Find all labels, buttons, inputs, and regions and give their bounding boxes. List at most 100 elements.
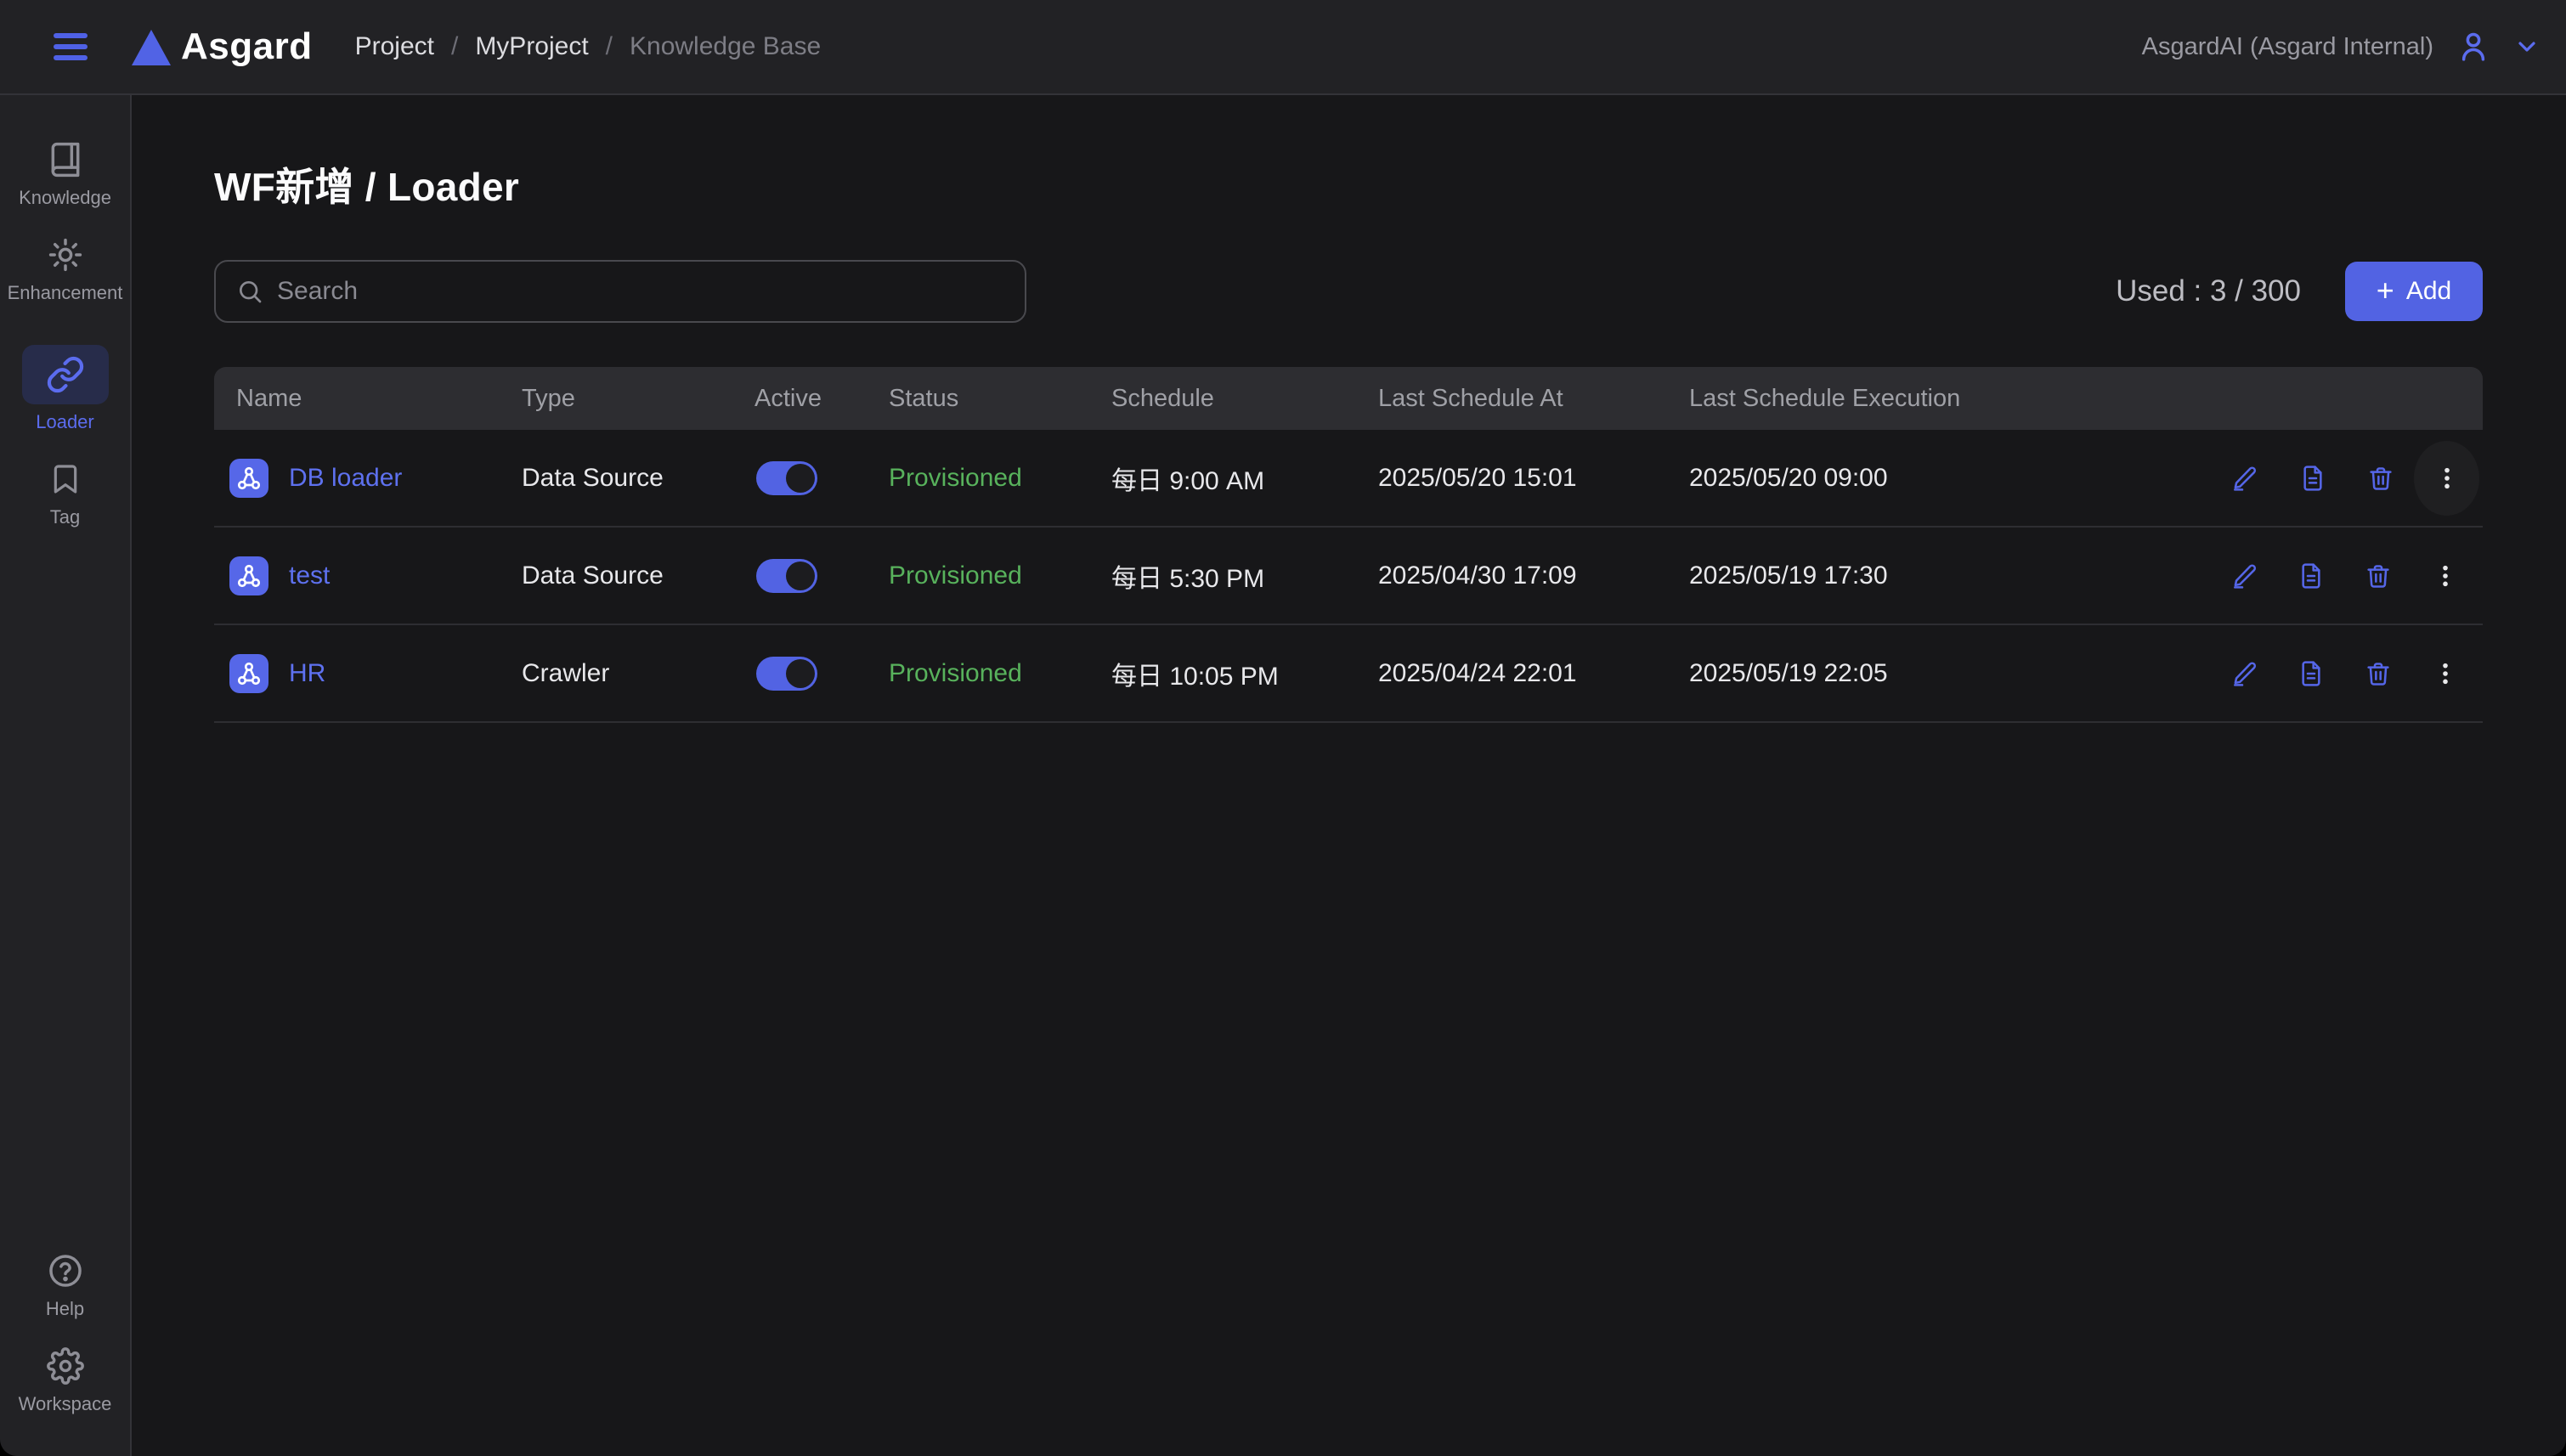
sidebar-item-label: Tag [50,506,80,528]
sidebar-item-label: Help [46,1298,84,1320]
column-header-active: Active [755,385,889,413]
sidebar-item-label: Knowledge [19,187,111,209]
plus-icon: + [2377,275,2394,306]
active-cell [755,461,889,495]
sidebar-item-workspace[interactable]: Workspace [0,1346,131,1415]
kebab-menu-icon[interactable] [2429,655,2461,692]
trash-icon[interactable] [2362,655,2394,692]
document-icon[interactable] [2296,460,2328,497]
kebab-menu-icon[interactable] [2429,557,2461,595]
status-badge: Provisioned [889,562,1111,590]
body-row: Knowledge Enhancement [0,95,2566,1456]
app-logo[interactable]: Asgard [132,28,313,65]
edit-pencil-icon[interactable] [2228,557,2259,595]
column-header-last-schedule-at: Last Schedule At [1378,385,1689,413]
breadcrumb: Project / MyProject / Knowledge Base [355,32,822,61]
bookmark-icon [48,459,82,499]
loader-knot-icon [229,459,268,498]
document-icon[interactable] [2295,655,2326,692]
row-actions [2228,655,2483,692]
sun-icon [47,234,84,275]
sidebar-item-label: Enhancement [8,282,123,304]
row-actions [2228,460,2483,497]
sidebar-item-help[interactable]: Help [0,1250,131,1320]
type-cell: Data Source [522,562,755,590]
header-right: AsgardAI (Asgard Internal) [2142,29,2566,65]
breadcrumb-knowledge-base: Knowledge Base [630,32,821,61]
last-schedule-at-cell: 2025/04/24 22:01 [1378,659,1689,688]
breadcrumb-separator: / [451,32,458,61]
column-header-last-schedule-execution: Last Schedule Execution [1689,385,2228,413]
app-window: Asgard Project / MyProject / Knowledge B… [0,0,2566,1456]
last-schedule-at-cell: 2025/05/20 15:01 [1378,464,1689,493]
last-schedule-execution-cell: 2025/05/19 17:30 [1689,562,2228,590]
status-badge: Provisioned [889,464,1111,493]
edit-pencil-icon[interactable] [2228,460,2260,497]
logo-text: Asgard [181,28,313,65]
main-content: WF新增 / Loader Used : 3 / 300 + Add [132,95,2566,1456]
top-header: Asgard Project / MyProject / Knowledge B… [0,0,2566,95]
active-toggle[interactable] [756,461,817,495]
sidebar-item-loader[interactable]: Loader [0,345,131,433]
logo-triangle-icon [132,30,171,65]
name-cell: DB loader [214,459,522,498]
row-name-link[interactable]: DB loader [289,464,402,493]
type-cell: Crawler [522,659,755,688]
search-icon [236,278,263,305]
hamburger-menu-icon[interactable] [54,33,88,60]
usage-counter: Used : 3 / 300 [2116,274,2301,308]
last-schedule-at-cell: 2025/04/30 17:09 [1378,562,1689,590]
add-button[interactable]: + Add [2345,262,2483,321]
edit-pencil-icon[interactable] [2228,655,2259,692]
active-toggle[interactable] [756,559,817,593]
type-cell: Data Source [522,464,755,493]
row-name-link[interactable]: test [289,562,330,590]
user-icon[interactable] [2456,29,2491,65]
toggle-knob [786,659,815,688]
book-icon [47,139,84,180]
name-cell: HR [214,654,522,693]
account-label: AsgardAI (Asgard Internal) [2142,33,2433,61]
breadcrumb-myproject[interactable]: MyProject [475,32,588,61]
toggle-knob [786,464,815,493]
question-circle-icon [47,1250,84,1291]
link-icon [22,345,109,404]
breadcrumb-separator: / [606,32,613,61]
table-row: test Data Source Provisioned 每日 5:30 PM … [214,528,2483,625]
trash-icon[interactable] [2362,557,2394,595]
column-header-status: Status [889,385,1111,413]
active-cell [755,657,889,691]
gear-icon [47,1346,84,1386]
column-header-name: Name [214,385,522,413]
document-icon[interactable] [2295,557,2326,595]
schedule-cell: 每日 10:05 PM [1111,655,1378,692]
column-header-schedule: Schedule [1111,385,1378,413]
loader-table: Name Type Active Status Schedule Last Sc… [214,367,2483,723]
last-schedule-execution-cell: 2025/05/19 22:05 [1689,659,2228,688]
loader-knot-icon [229,654,268,693]
last-schedule-execution-cell: 2025/05/20 09:00 [1689,464,2228,493]
page-title: WF新增 / Loader [214,156,2483,212]
table-row: HR Crawler Provisioned 每日 10:05 PM 2025/… [214,625,2483,723]
add-button-label: Add [2406,277,2451,306]
sidebar-item-enhancement[interactable]: Enhancement [0,234,131,304]
search-input[interactable] [277,277,1004,306]
name-cell: test [214,556,522,595]
toggle-knob [786,562,815,590]
active-toggle[interactable] [756,657,817,691]
sidebar: Knowledge Enhancement [0,95,132,1456]
schedule-cell: 每日 9:00 AM [1111,460,1378,497]
kebab-menu-icon[interactable] [2414,441,2479,516]
sidebar-item-knowledge[interactable]: Knowledge [0,139,131,209]
toolbar: Used : 3 / 300 + Add [214,260,2483,323]
row-name-link[interactable]: HR [289,659,325,688]
sidebar-item-tag[interactable]: Tag [0,459,131,528]
loader-knot-icon [229,556,268,595]
status-badge: Provisioned [889,659,1111,688]
toolbar-right: Used : 3 / 300 + Add [2116,262,2483,321]
table-row: DB loader Data Source Provisioned 每日 9:0… [214,430,2483,528]
table-header-row: Name Type Active Status Schedule Last Sc… [214,367,2483,430]
chevron-down-icon[interactable] [2513,33,2541,60]
trash-icon[interactable] [2365,460,2397,497]
breadcrumb-project[interactable]: Project [355,32,434,61]
